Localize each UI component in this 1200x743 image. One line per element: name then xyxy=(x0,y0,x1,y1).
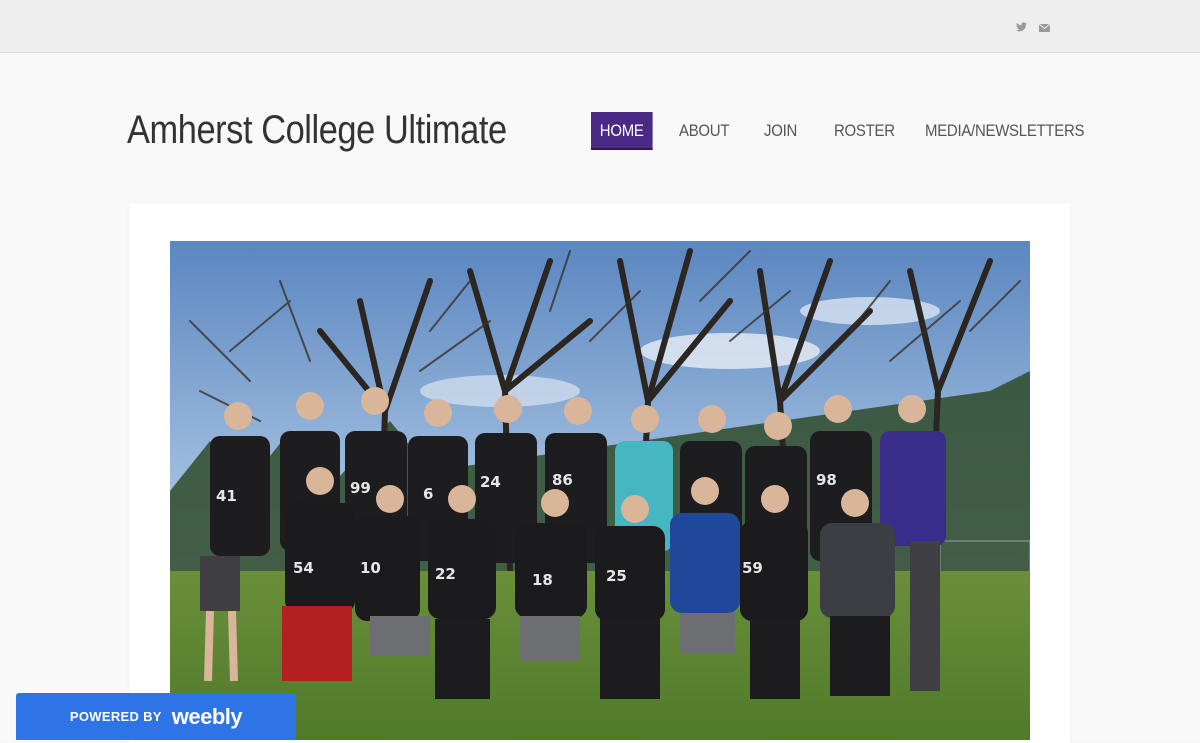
nav-media-newsletters[interactable]: MEDIA/NEWSLETTERS xyxy=(925,112,1085,150)
social-links xyxy=(1016,19,1051,37)
powered-by-weebly-badge[interactable]: POWERED BY weebly xyxy=(16,693,296,740)
jersey-number: 10 xyxy=(360,559,381,577)
jersey-number: 25 xyxy=(606,567,627,585)
nav-roster[interactable]: ROSTER xyxy=(834,112,895,150)
jersey-number: 22 xyxy=(435,565,456,583)
powered-by-label: POWERED BY xyxy=(69,709,162,724)
nav-home[interactable]: HOME xyxy=(591,112,653,150)
site-title[interactable]: Amherst College Ultimate xyxy=(127,108,507,153)
twitter-icon[interactable] xyxy=(1016,19,1027,37)
weebly-logo: weebly xyxy=(171,703,243,729)
jersey-number: 41 xyxy=(216,487,237,505)
jersey-number: 24 xyxy=(480,473,501,491)
nav-about[interactable]: ABOUT xyxy=(679,112,729,150)
jersey-number: 98 xyxy=(816,471,837,489)
jersey-number: 86 xyxy=(552,471,573,489)
jersey-number: 6 xyxy=(423,485,433,503)
team-photo: 41 99 6 24 86 98 54 10 22 18 25 59 xyxy=(170,241,1030,740)
mail-icon[interactable] xyxy=(1038,19,1051,37)
jersey-number: 99 xyxy=(350,479,371,497)
nav-join[interactable]: JOIN xyxy=(764,112,797,150)
jersey-number: 59 xyxy=(742,559,763,577)
top-bar xyxy=(0,0,1200,53)
jersey-number: 54 xyxy=(293,559,314,577)
jersey-number: 18 xyxy=(532,571,553,589)
